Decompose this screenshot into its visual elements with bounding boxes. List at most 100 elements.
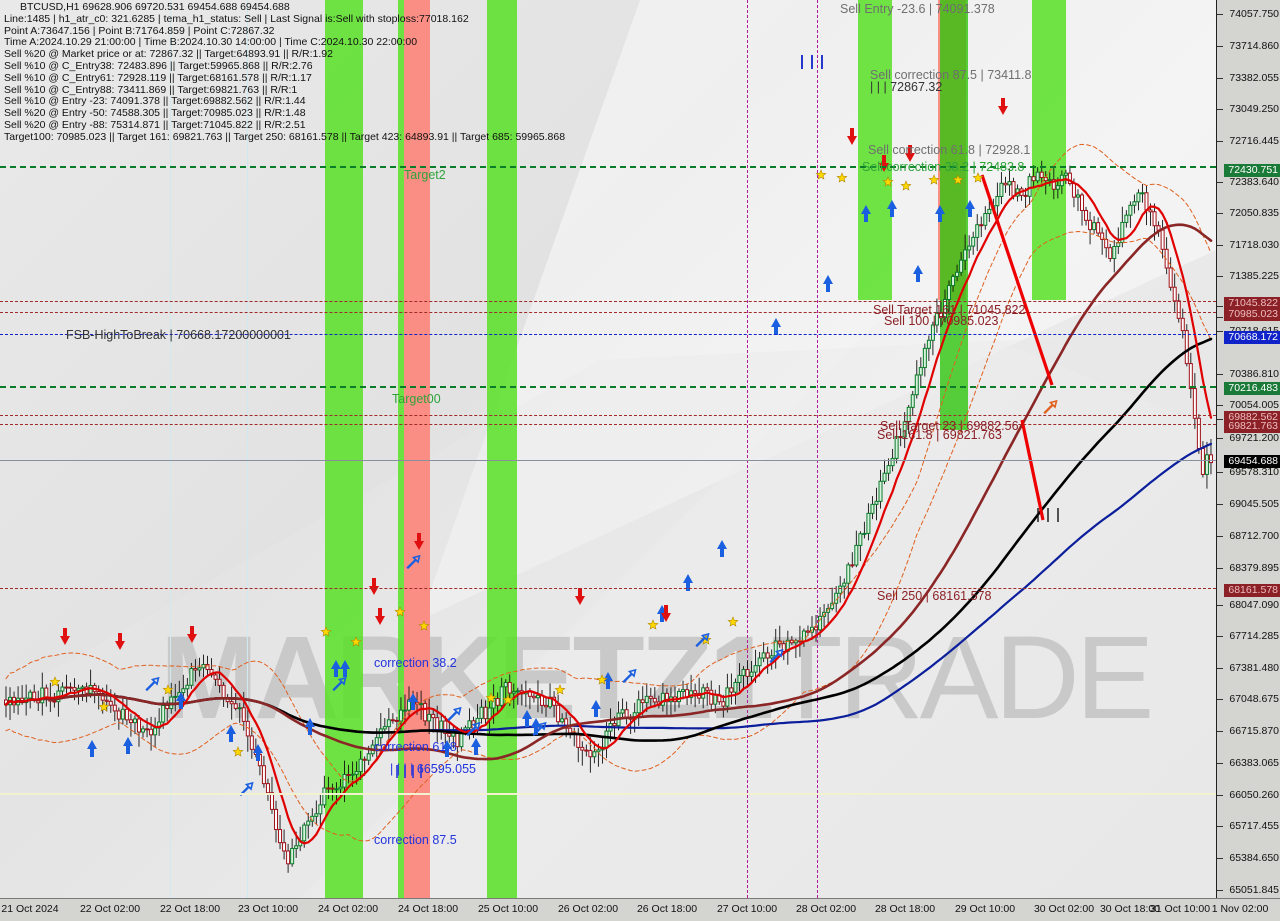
price-tick-mark	[1217, 438, 1223, 439]
price-tick-mark	[1217, 245, 1223, 246]
time-axis[interactable]: 21 Oct 2024 22 Oct 02:00 22 Oct 18:00 23 Oc…	[0, 898, 1280, 921]
sell-100-line	[0, 312, 1216, 313]
price-tick-mark	[1217, 605, 1223, 606]
time-tick-label: 29 Oct 10:00	[954, 903, 1016, 915]
price-tick-mark	[1217, 699, 1223, 700]
time-tick-label: 1 Nov 02:00	[1211, 903, 1269, 915]
price-tick-mark	[1217, 306, 1223, 307]
price-tick-label: 67381.480	[1229, 662, 1279, 674]
price-tick-label: 74057.750	[1229, 8, 1279, 20]
time-tick-label: 21 Oct 2024	[1, 903, 59, 915]
correction-875: correction 87.5	[374, 833, 457, 847]
time-tick-label: 27 Oct 10:00	[716, 903, 778, 915]
price-tick-label: 65051.845	[1229, 884, 1279, 896]
price-tick-mark	[1217, 826, 1223, 827]
sell-target-161-line	[0, 301, 1216, 302]
price-tick-label: 66715.870	[1229, 725, 1279, 737]
price-level-chip[interactable]: 72430.751	[1224, 164, 1280, 177]
sell-1618: Sell 161.8 | 69821.763	[877, 428, 1002, 442]
price-tick-label: 70386.810	[1229, 368, 1279, 380]
low-point-label: | | | | 66595.055	[390, 762, 476, 776]
price-tick-label: 67714.285	[1229, 630, 1279, 642]
price-level-chip[interactable]: 69821.763	[1224, 420, 1280, 433]
price-tick-mark	[1217, 419, 1223, 420]
correction-618: correction 61.8	[374, 740, 457, 754]
last-price-line	[0, 460, 1216, 461]
price-level-chip[interactable]: 70668.172	[1224, 331, 1280, 344]
time-tick-label: 28 Oct 18:00	[874, 903, 936, 915]
target2-line	[0, 166, 1216, 168]
price-tick-label: 72716.445	[1229, 135, 1279, 147]
price-tick-mark	[1217, 405, 1223, 406]
info-line: Target100: 70985.023 || Target 161: 6982…	[4, 130, 566, 143]
price-tick-label: 69045.505	[1229, 498, 1279, 510]
time-tick-label: 28 Oct 02:00	[795, 903, 857, 915]
price-tick-mark	[1217, 276, 1223, 277]
price-tick-mark	[1217, 182, 1223, 183]
low-zone-line	[0, 793, 1216, 795]
price-tick-label: 65384.650	[1229, 852, 1279, 864]
price-tick-mark	[1217, 536, 1223, 537]
sell-1618-line	[0, 424, 1216, 425]
info-line: Line:1485 | h1_atr_c0: 321.6285 | tema_h…	[4, 12, 469, 25]
price-level-chip[interactable]: 69454.688	[1224, 455, 1280, 468]
correction-382: correction 38.2	[374, 656, 457, 670]
price-tick-mark	[1217, 472, 1223, 473]
price-tick-mark	[1217, 504, 1223, 505]
sell-correction-382: Sell correction 38.2 | 72483.8	[862, 160, 1025, 174]
time-tick-label: 22 Oct 18:00	[159, 903, 221, 915]
sell-250: Sell 250 | 68161.578	[877, 589, 992, 603]
price-tick-mark	[1217, 568, 1223, 569]
price-tick-label: 72383.640	[1229, 176, 1279, 188]
price-tick-label: 68712.700	[1229, 530, 1279, 542]
price-tick-label: 68047.090	[1229, 599, 1279, 611]
info-line: Sell %20 @ Entry -88: 75314.871 || Targe…	[4, 118, 306, 131]
time-tick-label: 22 Oct 02:00	[79, 903, 141, 915]
chart-window: MARKETZ1TRADE Sell Entry -23.6 | 74091.3…	[0, 0, 1280, 921]
chart-info-header: BTCUSD,H1 69628.906 69720.531 69454.688 …	[4, 1, 566, 144]
price-tick-mark	[1217, 317, 1223, 318]
time-tick-label: 31 Oct 10:00	[1149, 903, 1211, 915]
info-line: Sell %10 @ C_Entry38: 72483.896 || Targe…	[4, 59, 313, 72]
sell-entry-23: Sell Entry -23.6 | 74091.378	[840, 2, 995, 16]
chart-plot-area[interactable]: MARKETZ1TRADE Sell Entry -23.6 | 74091.3…	[0, 0, 1216, 898]
fsb-high-to-break: FSB-HighToBreak | 70668.17200000001	[66, 328, 291, 342]
price-tick-mark	[1217, 374, 1223, 375]
price-tick-mark	[1217, 213, 1223, 214]
price-tick-mark	[1217, 636, 1223, 637]
price-tick-mark	[1217, 858, 1223, 859]
time-tick-label: 24 Oct 18:00	[397, 903, 459, 915]
price-tick-label: 67048.675	[1229, 693, 1279, 705]
price-tick-mark	[1217, 668, 1223, 669]
price-tick-label: 68379.895	[1229, 562, 1279, 574]
target00: Target00	[392, 392, 441, 406]
time-tick-label: 26 Oct 02:00	[557, 903, 619, 915]
price-tick-label: 65717.455	[1229, 820, 1279, 832]
price-tick-label: 72050.835	[1229, 207, 1279, 219]
sell-correction-618: Sell correction 61.8 | 72928.1	[868, 143, 1031, 157]
price-tick-mark	[1217, 890, 1223, 891]
price-tick-mark	[1217, 331, 1223, 332]
target00-line	[0, 386, 1216, 388]
time-tick-label: 26 Oct 18:00	[636, 903, 698, 915]
price-tick-label: 71718.030	[1229, 239, 1279, 251]
price-level-chip[interactable]: 70985.023	[1224, 308, 1280, 321]
price-tick-label: 66383.065	[1229, 757, 1279, 769]
price-tick-label: 73714.860	[1229, 40, 1279, 52]
price-tick-label: 73382.055	[1229, 72, 1279, 84]
price-tick-mark	[1217, 14, 1223, 15]
price-axis[interactable]: 74057.750 73714.860 73382.055 73049.250 7271…	[1216, 0, 1280, 898]
price-tick-label: 70054.005	[1229, 399, 1279, 411]
price-tick-mark	[1217, 795, 1223, 796]
price-tick-label: 69721.200	[1229, 432, 1279, 444]
sell-100: Sell 100 | 70985.023	[884, 314, 999, 328]
price-tick-mark	[1217, 731, 1223, 732]
price-tick-label: 66050.260	[1229, 789, 1279, 801]
price-tick-mark	[1217, 46, 1223, 47]
price-level-chip[interactable]: 68161.578	[1224, 584, 1280, 597]
price-tick-mark	[1217, 78, 1223, 79]
time-tick-label: 24 Oct 02:00	[317, 903, 379, 915]
price-level-chip[interactable]: 70216.483	[1224, 382, 1280, 395]
time-tick-label: 25 Oct 10:00	[477, 903, 539, 915]
price-tick-label: 71385.225	[1229, 270, 1279, 282]
